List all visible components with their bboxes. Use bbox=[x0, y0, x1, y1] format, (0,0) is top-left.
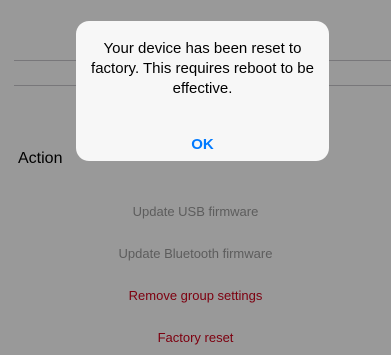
ok-button[interactable]: OK bbox=[76, 131, 329, 159]
alert-message: Your device has been reset to factory. T… bbox=[91, 40, 314, 97]
alert-dialog: Your device has been reset to factory. T… bbox=[76, 21, 329, 161]
